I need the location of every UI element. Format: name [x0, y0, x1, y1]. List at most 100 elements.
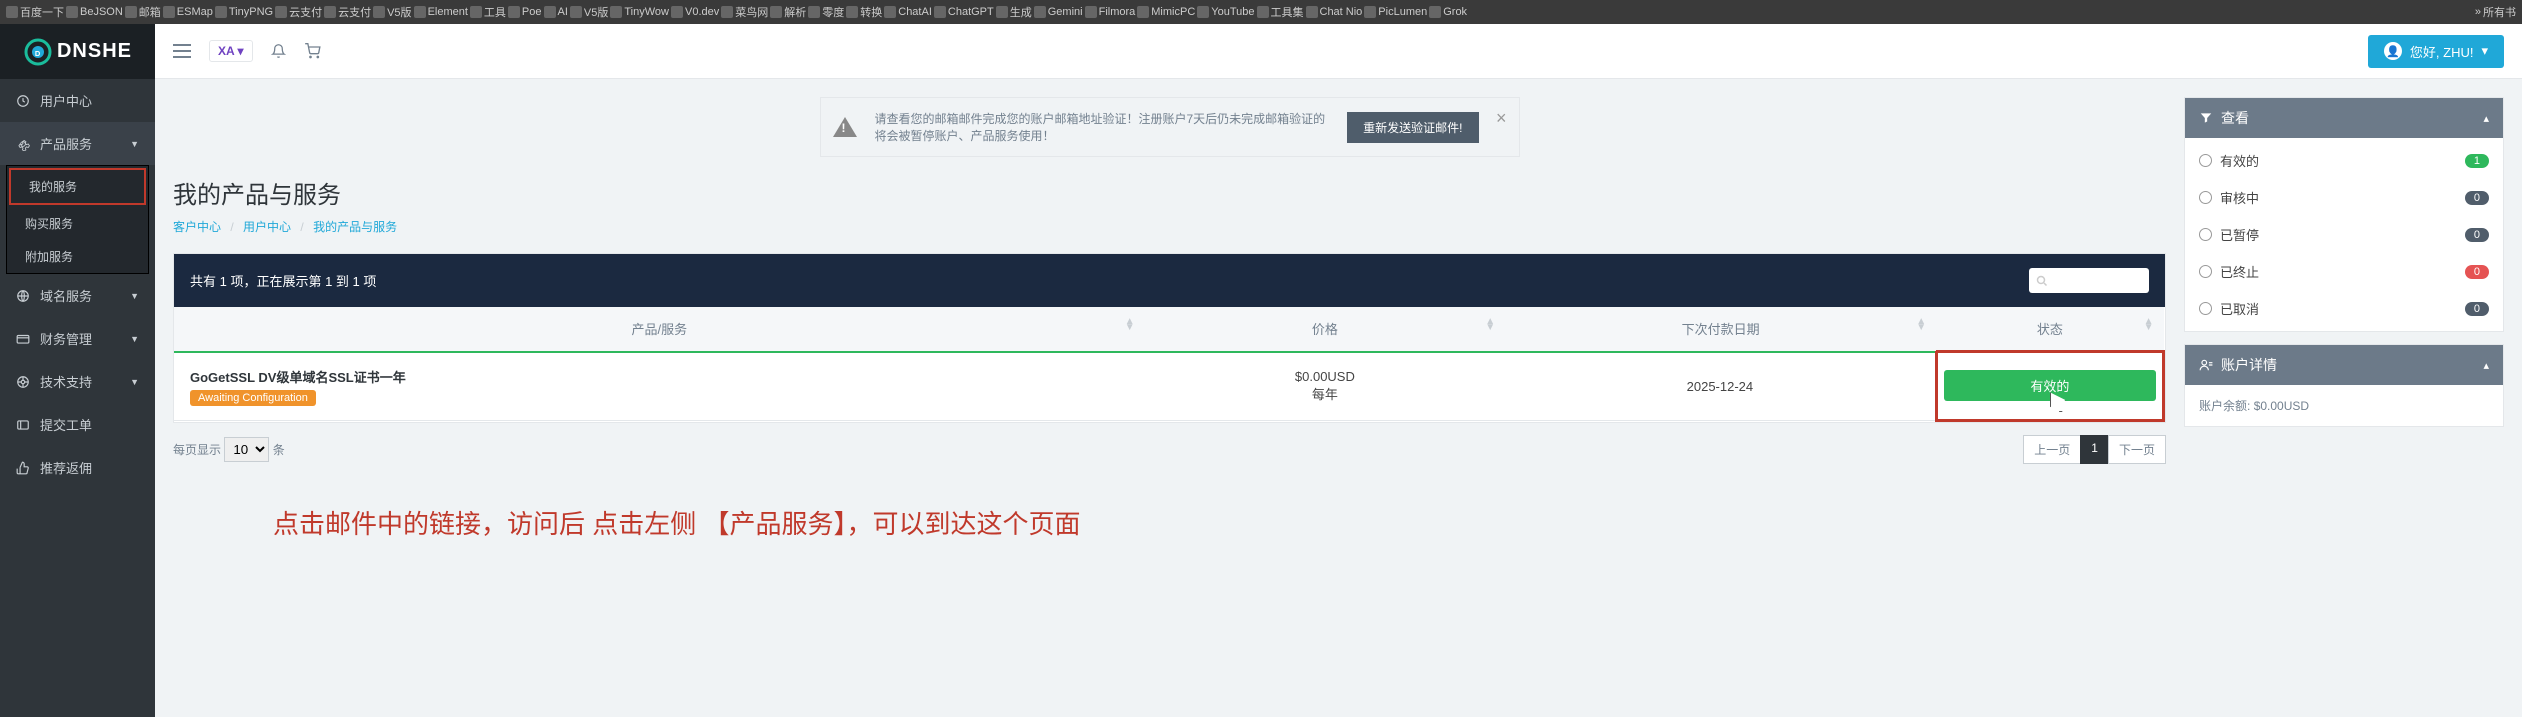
radio-icon [2199, 228, 2212, 241]
language-selector[interactable]: XA ▾ [209, 40, 253, 62]
radio-icon [2199, 265, 2212, 278]
cart-icon[interactable] [304, 43, 321, 59]
pager-next[interactable]: 下一页 [2108, 435, 2166, 464]
bookmark-item[interactable]: 零度 [808, 4, 844, 20]
resend-email-button[interactable]: 重新发送验证邮件! [1347, 112, 1478, 143]
sidebar-submenu: 我的服务购买服务附加服务 [6, 165, 149, 274]
cell-price: $0.00USD每年 [1145, 352, 1505, 421]
filter-option[interactable]: 已取消0 [2185, 290, 2503, 327]
bookmarks-overflow[interactable]: » 所有书 [2475, 4, 2516, 20]
avatar-icon: 👤 [2384, 42, 2402, 60]
bookmark-item[interactable]: PicLumen [1364, 6, 1427, 18]
sidebar-subitem[interactable]: 附加服务 [7, 240, 148, 273]
bookmark-item[interactable]: TinyPNG [215, 6, 273, 18]
bookmark-item[interactable]: V5版 [570, 4, 608, 20]
filter-count: 0 [2465, 265, 2489, 279]
bookmark-item[interactable]: 邮箱 [125, 4, 161, 20]
bookmark-item[interactable]: Filmora [1085, 6, 1136, 18]
credit-icon [16, 332, 30, 346]
svg-text:D: D [35, 48, 41, 57]
globe-icon [16, 289, 30, 303]
bookmark-item[interactable]: ChatGPT [934, 6, 994, 18]
search-input[interactable] [2029, 268, 2149, 293]
sidebar-item-credit[interactable]: 财务管理▼ [0, 317, 155, 360]
filter-option[interactable]: 有效的1 [2185, 142, 2503, 179]
close-icon[interactable]: × [1496, 108, 1507, 129]
bookmark-item[interactable]: Poe [508, 6, 542, 18]
bookmark-item[interactable]: 云支付 [275, 4, 322, 20]
sidebar-item-label: 推荐返佣 [40, 458, 92, 477]
bookmark-item[interactable]: BeJSON [66, 6, 123, 18]
sidebar-item-label: 技术支持 [40, 372, 92, 391]
per-page-suffix: 条 [273, 443, 285, 457]
alert-text: 请查看您的邮箱邮件完成您的账户邮箱地址验证！注册账户7天后仍未完成邮箱验证的将会… [875, 110, 1334, 144]
sidebar-item-gear[interactable]: 产品服务▼ [0, 122, 155, 165]
bookmark-item[interactable]: YouTube [1197, 6, 1254, 18]
bookmark-item[interactable]: Element [414, 6, 468, 18]
chevron-down-icon: ▼ [130, 291, 139, 301]
col-product[interactable]: 产品/服务▲▼ [174, 307, 1145, 352]
brand-logo-icon: D [23, 37, 53, 67]
sidebar-item-ticket[interactable]: 提交工单 [0, 403, 155, 446]
col-price[interactable]: 价格▲▼ [1145, 307, 1505, 352]
sidebar-item-life[interactable]: 技术支持▼ [0, 360, 155, 403]
per-page-select[interactable]: 10 [224, 437, 269, 462]
bookmark-item[interactable]: ChatAI [884, 6, 932, 18]
radio-icon [2199, 154, 2212, 167]
col-status[interactable]: 状态▲▼ [1936, 307, 2163, 352]
cell-status: 有效的 [1936, 352, 2163, 421]
breadcrumb-client[interactable]: 用户中心 [243, 220, 291, 234]
filter-count: 0 [2465, 191, 2489, 205]
filter-panel-header[interactable]: 查看 ▴ [2185, 98, 2503, 138]
col-nextdue[interactable]: 下次付款日期▲▼ [1505, 307, 1936, 352]
email-verify-alert: 请查看您的邮箱邮件完成您的账户邮箱地址验证！注册账户7天后仍未完成邮箱验证的将会… [820, 97, 1520, 157]
pager-prev[interactable]: 上一页 [2023, 435, 2081, 464]
dashboard-icon [16, 94, 30, 108]
brand-name: DNSHE [57, 40, 132, 63]
bookmark-item[interactable]: 百度一下 [6, 4, 64, 20]
bookmark-item[interactable]: V5版 [373, 4, 411, 20]
breadcrumb-portal[interactable]: 客户中心 [173, 220, 221, 234]
bookmark-item[interactable]: ESMap [163, 6, 213, 18]
bookmark-item[interactable]: 云支付 [324, 4, 371, 20]
chevron-down-icon: ▼ [130, 139, 139, 149]
notifications-icon[interactable] [271, 43, 286, 59]
filter-title: 查看 [2221, 108, 2249, 128]
bookmark-item[interactable]: 解析 [770, 4, 806, 20]
sidebar-item-globe[interactable]: 域名服务▼ [0, 274, 155, 317]
chevron-up-icon: ▴ [2483, 359, 2489, 372]
bookmark-item[interactable]: MimicPC [1137, 6, 1195, 18]
life-icon [16, 375, 30, 389]
brand-logo[interactable]: D DNSHE [0, 24, 155, 79]
pager-page-1[interactable]: 1 [2080, 435, 2109, 464]
bookmark-item[interactable]: 生成 [996, 4, 1032, 20]
account-balance: 账户余额: $0.00USD [2185, 385, 2503, 426]
bookmark-item[interactable]: 转换 [846, 4, 882, 20]
sidebar-item-dashboard[interactable]: 用户中心 [0, 79, 155, 122]
per-page-label: 每页显示 [173, 443, 221, 457]
sidebar-subitem[interactable]: 我的服务 [9, 168, 146, 205]
filter-option[interactable]: 已暂停0 [2185, 216, 2503, 253]
sidebar-item-thumb[interactable]: 推荐返佣 [0, 446, 155, 489]
bookmark-item[interactable]: Gemini [1034, 6, 1083, 18]
bookmark-item[interactable]: 工具集 [1257, 4, 1304, 20]
ticket-icon [16, 418, 30, 432]
table-row[interactable]: GoGetSSL DV级单域名SSL证书一年Awaiting Configura… [174, 352, 2164, 421]
status-pill[interactable]: 有效的 [1944, 370, 2156, 401]
user-menu[interactable]: 👤 您好, ZHU! ▾ [2368, 35, 2504, 68]
menu-toggle-icon[interactable] [173, 44, 191, 58]
sidebar-subitem[interactable]: 购买服务 [7, 207, 148, 240]
bookmark-item[interactable]: Grok [1429, 6, 1467, 18]
bookmark-item[interactable]: 工具 [470, 4, 506, 20]
cell-nextdue: 2025-12-24 [1505, 352, 1936, 421]
bookmark-item[interactable]: V0.dev [671, 6, 719, 18]
bookmark-item[interactable]: Chat Nio [1306, 6, 1363, 18]
filter-count: 0 [2465, 302, 2489, 316]
account-panel-header[interactable]: 账户详情 ▴ [2185, 345, 2503, 385]
bookmark-item[interactable]: TinyWow [610, 6, 669, 18]
bookmark-item[interactable]: 菜鸟网 [721, 4, 768, 20]
bookmark-item[interactable]: AI [544, 6, 568, 18]
filter-count: 0 [2465, 228, 2489, 242]
filter-option[interactable]: 审核中0 [2185, 179, 2503, 216]
filter-option[interactable]: 已终止0 [2185, 253, 2503, 290]
